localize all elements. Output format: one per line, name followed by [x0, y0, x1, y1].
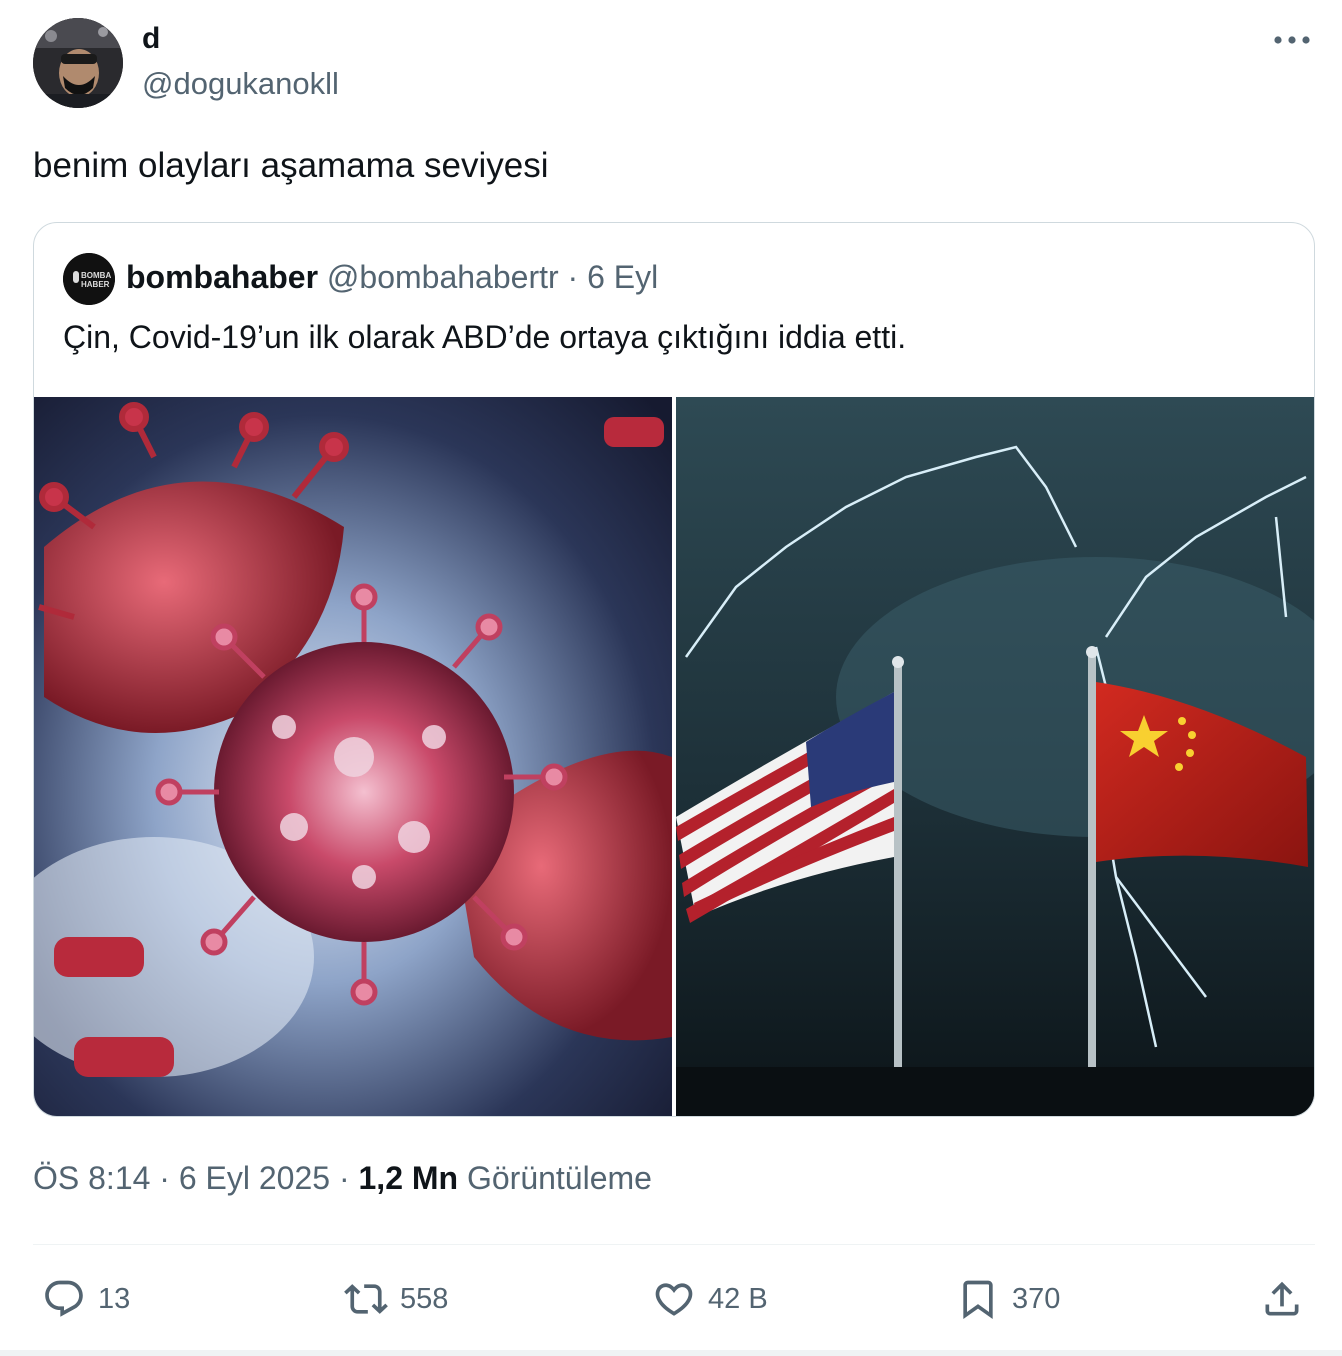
reply-count: 13 [98, 1282, 131, 1315]
tweet-date[interactable]: 6 Eyl 2025 [179, 1160, 330, 1196]
quoted-text: Çin, Covid-19’un ilk olarak ABD’de ortay… [63, 319, 907, 355]
quoted-tweet-card[interactable]: BOMBA HABER bombahaber @bombahabertr · 6… [33, 222, 1315, 1117]
repost-count: 558 [400, 1282, 449, 1315]
share-button[interactable] [1260, 1272, 1304, 1326]
divider [33, 1244, 1315, 1245]
author-avatar[interactable] [33, 18, 123, 108]
bookmark-count: 370 [1012, 1282, 1061, 1315]
quoted-handle[interactable]: @bombahabertr [327, 259, 559, 295]
bottom-divider [0, 1350, 1342, 1356]
reply-button[interactable]: 13 [42, 1272, 130, 1326]
tweet-text: benim olayları aşamama seviyesi [33, 146, 549, 185]
views-count: 1,2 Mn [358, 1160, 459, 1196]
meta-separator: · [159, 1160, 170, 1196]
quoted-media-grid [34, 397, 1314, 1116]
repost-icon [344, 1284, 388, 1314]
views-label: Görüntüleme [466, 1160, 652, 1196]
bookmark-button[interactable]: 370 [956, 1272, 1060, 1326]
quoted-avatar-line-2: HABER [81, 280, 110, 289]
quoted-header: bombahaber @bombahabertr · 6 Eyl [126, 259, 658, 296]
microphone-icon [73, 271, 79, 283]
virus-illustration-icon [34, 397, 672, 1116]
meta-separator: · [338, 1160, 350, 1196]
virus-image[interactable] [34, 397, 672, 1116]
share-icon [1265, 1281, 1299, 1316]
more-options-icon[interactable] [1270, 22, 1314, 58]
quoted-avatar: BOMBA HABER [63, 253, 115, 305]
repost-button[interactable]: 558 [344, 1272, 448, 1326]
tweet-time[interactable]: ÖS 8:14 [33, 1160, 150, 1196]
author-display-name[interactable]: d [142, 22, 160, 56]
quoted-avatar-line-1: BOMBA [81, 271, 111, 280]
bookmark-icon [963, 1280, 993, 1320]
quoted-display-name[interactable]: bombahaber [126, 259, 318, 295]
tweet-meta: ÖS 8:14 · 6 Eyl 2025 · 1,2 Mn Görüntülem… [33, 1160, 652, 1197]
author-handle[interactable]: @dogukanokll [142, 66, 339, 102]
quoted-date[interactable]: 6 Eyl [587, 259, 658, 295]
like-button[interactable]: 42 B [652, 1272, 768, 1326]
like-count: 42 B [708, 1282, 768, 1315]
flags-image[interactable] [676, 397, 1314, 1116]
us-china-flags-storm-icon [676, 397, 1314, 1116]
quoted-separator: · [567, 259, 579, 295]
reply-icon [45, 1280, 83, 1317]
heart-icon [655, 1283, 693, 1316]
